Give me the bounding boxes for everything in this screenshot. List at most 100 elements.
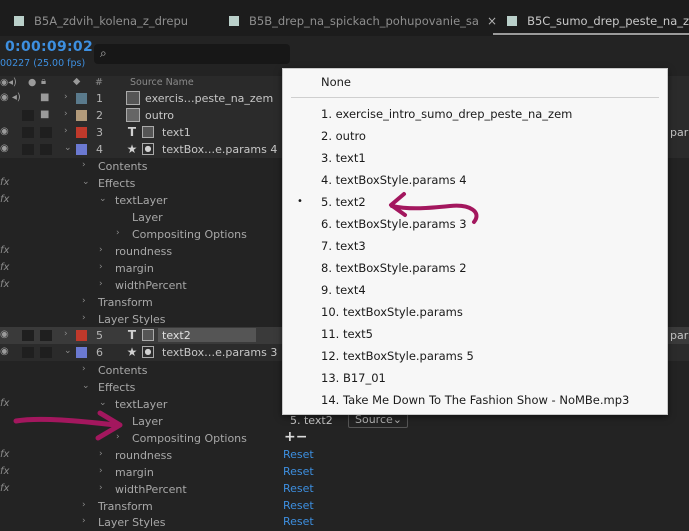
- dropdown-item[interactable]: 11. text5: [321, 327, 373, 341]
- chevron-down-icon[interactable]: ⌄: [99, 194, 107, 204]
- dropdown-item[interactable]: 1. exercise_intro_sumo_drep_peste_na_zem: [321, 107, 572, 121]
- dropdown-item[interactable]: 3. text1: [321, 151, 366, 165]
- tree-compositing-2[interactable]: › Compositing Options +−: [0, 429, 689, 447]
- eye-icon[interactable]: ◉ ◂): [0, 92, 21, 103]
- chevron-down-icon[interactable]: ⌄: [99, 398, 107, 408]
- solo-cell[interactable]: [22, 144, 34, 155]
- chevron-right-icon[interactable]: ›: [64, 126, 68, 136]
- layer-name[interactable]: textBox…e.params 4: [162, 143, 277, 156]
- label-tag-icon[interactable]: ◆: [73, 76, 80, 87]
- number-column-header[interactable]: #: [95, 77, 103, 88]
- reset-link[interactable]: Reset: [283, 465, 314, 478]
- tree-transform-2[interactable]: › Transform Reset: [0, 498, 689, 515]
- label-color[interactable]: [76, 93, 87, 104]
- solo-cell[interactable]: [22, 347, 34, 358]
- motion-blur-icon[interactable]: [142, 329, 154, 341]
- lock-cell[interactable]: [40, 144, 52, 155]
- lock-icon[interactable]: ■: [40, 109, 49, 120]
- dropdown-item[interactable]: 4. textBoxStyle.params 4: [321, 173, 467, 187]
- chevron-right-icon[interactable]: ›: [99, 245, 103, 255]
- reset-link[interactable]: Reset: [283, 515, 314, 528]
- tab-b5c[interactable]: × B5C_sumo_drep_peste_na_zem: [487, 10, 689, 32]
- current-time[interactable]: 0:00:09:02: [5, 39, 93, 55]
- fx-icon[interactable]: fx: [0, 483, 9, 494]
- chevron-down-icon[interactable]: ⌄: [82, 177, 90, 187]
- dropdown-item[interactable]: 13. B17_01: [321, 371, 386, 385]
- tree-widthpercent-2[interactable]: fx › widthPercent Reset: [0, 481, 689, 498]
- reset-link[interactable]: Reset: [283, 448, 314, 461]
- fx-icon[interactable]: fx: [0, 398, 9, 409]
- label-color[interactable]: [76, 110, 87, 121]
- label-color[interactable]: [76, 127, 87, 138]
- chevron-right-icon[interactable]: ›: [99, 262, 103, 272]
- chevron-right-icon[interactable]: ›: [99, 279, 103, 289]
- tab-b5a[interactable]: B5A_zdvih_kolena_z_drepu: [14, 10, 188, 32]
- layer-name[interactable]: text2: [162, 329, 191, 342]
- chevron-right-icon[interactable]: ›: [82, 296, 86, 306]
- fx-icon[interactable]: fx: [0, 279, 9, 290]
- dropdown-item[interactable]: 2. outro: [321, 129, 366, 143]
- dropdown-item-selected[interactable]: 5. text2: [321, 195, 366, 209]
- label-color[interactable]: [76, 347, 87, 358]
- chevron-down-icon[interactable]: ⌄: [64, 143, 72, 153]
- lock-cell[interactable]: [40, 330, 52, 341]
- solo-cell[interactable]: [22, 330, 34, 341]
- chevron-right-icon[interactable]: ›: [82, 160, 86, 170]
- chevron-right-icon[interactable]: ›: [64, 109, 68, 119]
- dropdown-item[interactable]: 8. textBoxStyle.params 2: [321, 261, 467, 275]
- solo-icon[interactable]: ●: [28, 77, 36, 88]
- dropdown-item[interactable]: 14. Take Me Down To The Fashion Show - N…: [321, 393, 629, 407]
- lock-cell[interactable]: [40, 347, 52, 358]
- fx-icon[interactable]: fx: [0, 177, 9, 188]
- eye-icon[interactable]: ◉: [0, 329, 9, 340]
- dropdown-item-none[interactable]: None: [321, 75, 351, 89]
- collapse-transform-icon[interactable]: ●: [142, 346, 154, 358]
- chevron-right-icon[interactable]: ›: [82, 500, 86, 510]
- source-name-header[interactable]: Source Name: [130, 77, 194, 88]
- eye-icon[interactable]: ◉: [0, 143, 9, 154]
- reset-link[interactable]: Reset: [283, 499, 314, 512]
- solo-cell[interactable]: [22, 127, 34, 138]
- fx-icon[interactable]: fx: [0, 262, 9, 273]
- dropdown-item[interactable]: 12. textBoxStyle.params 5: [321, 349, 474, 363]
- chevron-right-icon[interactable]: ›: [64, 329, 68, 339]
- tree-layer-styles-2[interactable]: › Layer Styles Reset: [0, 514, 689, 531]
- dropdown-item[interactable]: 9. text4: [321, 283, 366, 297]
- av-features-icon[interactable]: ◉◂): [0, 77, 17, 88]
- lock-icon[interactable]: 🔒︎: [41, 76, 46, 87]
- layer-picker-value[interactable]: 5. text2: [290, 414, 333, 427]
- chevron-right-icon[interactable]: ›: [99, 466, 103, 476]
- reset-link[interactable]: Reset: [283, 482, 314, 495]
- fx-icon[interactable]: fx: [0, 449, 9, 460]
- add-remove-buttons[interactable]: +−: [284, 429, 307, 445]
- chevron-right-icon[interactable]: ›: [99, 449, 103, 459]
- chevron-right-icon[interactable]: ›: [99, 483, 103, 493]
- layer-name[interactable]: exercis…peste_na_zem: [145, 92, 273, 105]
- collapse-transform-icon[interactable]: ●: [142, 143, 154, 155]
- fx-icon[interactable]: fx: [0, 245, 9, 256]
- layer-name[interactable]: text1: [162, 126, 191, 139]
- layer-name[interactable]: outro: [145, 109, 174, 122]
- tree-roundness-2[interactable]: fx › roundness Reset: [0, 447, 689, 464]
- search-input[interactable]: ⌕: [94, 44, 290, 64]
- fx-icon[interactable]: fx: [0, 466, 9, 477]
- chevron-right-icon[interactable]: ›: [82, 516, 86, 526]
- tree-layer-2[interactable]: Layer 5. text2: [0, 413, 689, 430]
- chevron-right-icon[interactable]: ›: [82, 364, 86, 374]
- lock-icon[interactable]: ■: [40, 92, 49, 103]
- dropdown-item[interactable]: 10. textBoxStyle.params: [321, 305, 463, 319]
- chevron-right-icon[interactable]: ›: [82, 313, 86, 323]
- layer-name[interactable]: textBox…e.params 3: [162, 346, 277, 359]
- close-icon[interactable]: ×: [487, 14, 497, 28]
- chevron-right-icon[interactable]: ›: [64, 92, 68, 102]
- tree-margin-2[interactable]: fx › margin Reset: [0, 464, 689, 481]
- motion-blur-icon[interactable]: [142, 126, 154, 138]
- tab-b5b[interactable]: B5B_drep_na_spickach_pohupovanie_sa: [229, 10, 479, 32]
- label-color[interactable]: [76, 144, 87, 155]
- chevron-right-icon[interactable]: ›: [116, 432, 120, 442]
- dropdown-item[interactable]: 7. text3: [321, 239, 366, 253]
- dropdown-item[interactable]: 6. textBoxStyle.params 3: [321, 217, 467, 231]
- label-color[interactable]: [76, 330, 87, 341]
- eye-icon[interactable]: ◉: [0, 346, 9, 357]
- chevron-down-icon[interactable]: ⌄: [82, 381, 90, 391]
